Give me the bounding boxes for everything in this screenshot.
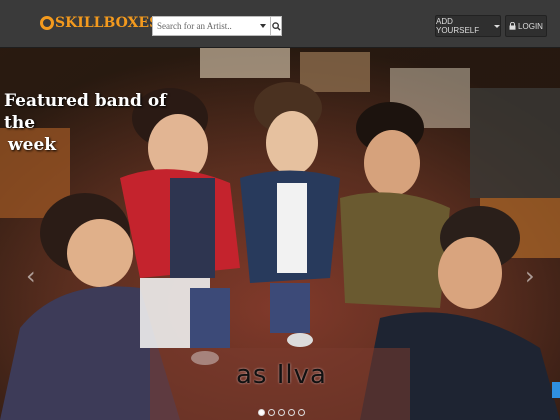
search-input[interactable]: Search for an Artist.. [152,16,270,36]
login-label: LOGIN [518,21,543,31]
carousel-indicator[interactable] [258,409,265,416]
add-yourself-button[interactable]: ADD YOURSELF [435,15,501,37]
band-logo: as Ilva [236,360,327,390]
logo-ring-icon [40,16,54,30]
featured-band-heading: Featured band of the week [4,90,174,156]
caret-down-icon [494,24,500,28]
add-yourself-label: ADD YOURSELF [436,17,480,35]
featured-title-line1: Featured band of the [4,91,167,133]
carousel-indicator[interactable] [268,409,275,416]
navbar: SKILLBOXES Search for an Artist.. ADD YO… [0,0,560,48]
carousel-indicator[interactable] [278,409,285,416]
side-feedback-tab[interactable] [552,382,560,398]
carousel-next-arrow-icon[interactable]: › [525,262,535,290]
logo-text: SKILLBOXES [55,15,160,31]
search-dropdown-caret-icon[interactable] [260,24,266,28]
carousel-prev-arrow-icon[interactable]: ‹ [26,262,36,290]
carousel-indicator[interactable] [298,409,305,416]
search-button[interactable] [270,16,282,36]
login-button[interactable]: LOGIN [505,15,547,37]
search-placeholder: Search for an Artist.. [157,21,232,31]
carousel-indicators [258,409,305,416]
featured-carousel: Featured band of the week as Ilva ‹ › [0,48,560,420]
lock-icon [509,22,516,30]
search-icon [271,21,281,31]
carousel-indicator[interactable] [288,409,295,416]
featured-title-line2: week [8,135,57,155]
artist-search: Search for an Artist.. [152,16,282,36]
site-logo[interactable]: SKILLBOXES [40,12,170,34]
